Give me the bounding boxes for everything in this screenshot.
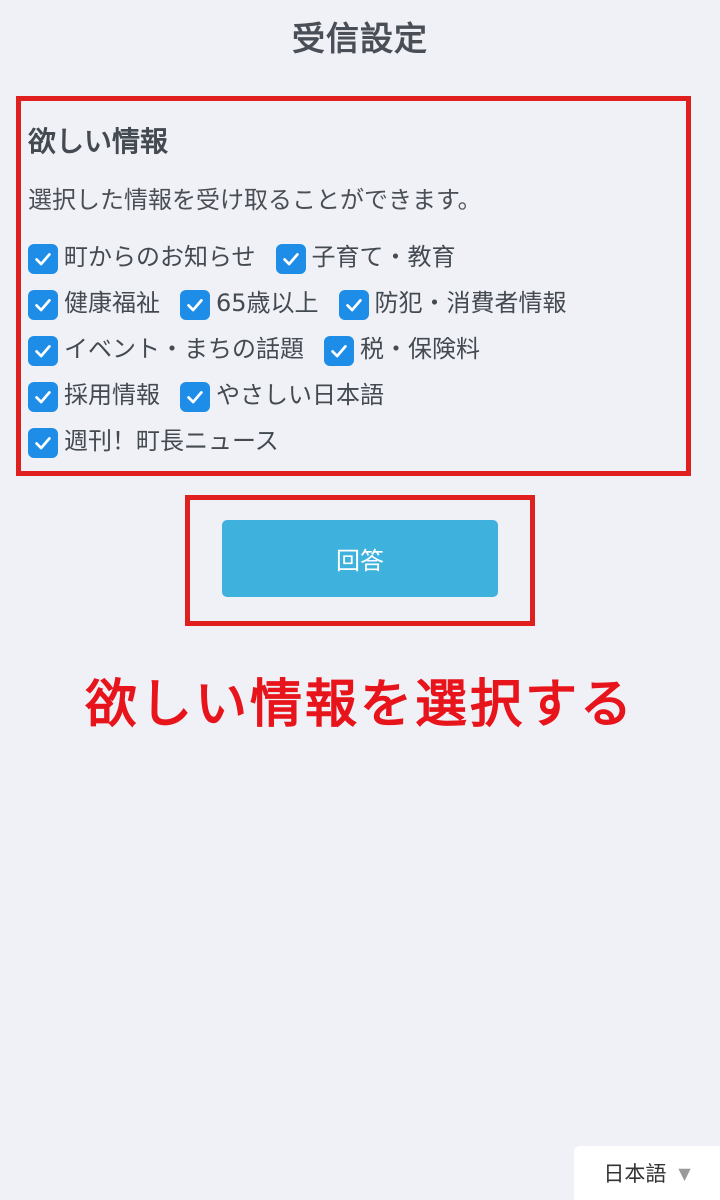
option-label: 週刊！町長ニュース [64, 426, 279, 455]
option-row: 採用情報 やさしい日本語 [28, 372, 404, 412]
checkbox-checked-icon[interactable] [324, 336, 354, 366]
checkbox-checked-icon[interactable] [28, 290, 58, 320]
instruction-annotation: 欲しい情報を選択する [84, 675, 635, 735]
option-crime-consumer[interactable]: 防犯・消費者情報 [338, 283, 567, 320]
option-label: 子育て・教育 [311, 242, 456, 271]
option-childcare-education[interactable]: 子育て・教育 [275, 237, 456, 274]
option-row: 町からのお知らせ 子育て・教育 [28, 234, 476, 274]
checkbox-checked-icon[interactable] [28, 382, 58, 412]
option-label: イベント・まちの話題 [64, 334, 304, 363]
option-row: イベント・まちの話題 税・保険料 [28, 326, 500, 366]
option-label: 税・保険料 [360, 334, 480, 363]
language-select-value: 日本語 [603, 1162, 667, 1186]
checkbox-checked-icon[interactable] [180, 382, 210, 412]
page-title: 受信設定 [292, 19, 428, 58]
option-tax-insurance[interactable]: 税・保険料 [324, 329, 480, 366]
option-easy-japanese[interactable]: やさしい日本語 [180, 375, 384, 412]
option-health-welfare[interactable]: 健康福祉 [28, 283, 160, 320]
submit-button[interactable]: 回答 [222, 520, 498, 597]
option-label: 健康福祉 [64, 288, 160, 317]
language-select[interactable]: 日本語 ▼ [574, 1146, 720, 1200]
option-recruitment[interactable]: 採用情報 [28, 375, 160, 412]
option-label: 町からのお知らせ [64, 242, 256, 271]
checkbox-checked-icon[interactable] [28, 336, 58, 366]
option-65-plus[interactable]: 65歳以上 [180, 283, 319, 320]
option-label: 防犯・消費者情報 [374, 288, 567, 317]
option-events-town-topics[interactable]: イベント・まちの話題 [28, 329, 304, 366]
option-label: 採用情報 [64, 380, 160, 409]
checkbox-checked-icon[interactable] [180, 290, 210, 320]
triangle-down-icon: ▼ [678, 1163, 691, 1183]
checkbox-checked-icon[interactable] [28, 428, 58, 458]
option-row: 健康福祉 65歳以上 防犯・消費者情報 [28, 280, 587, 320]
option-label: 65歳以上 [216, 288, 319, 317]
option-town-notices[interactable]: 町からのお知らせ [28, 237, 256, 274]
section-description: 選択した情報を受け取ることができます。 [28, 186, 482, 214]
option-weekly-mayor-news[interactable]: 週刊！町長ニュース [28, 421, 279, 458]
option-label: やさしい日本語 [216, 380, 384, 409]
checkbox-checked-icon[interactable] [28, 244, 58, 274]
checkbox-checked-icon[interactable] [275, 244, 306, 274]
option-row: 週刊！町長ニュース [28, 418, 299, 458]
section-heading: 欲しい情報 [28, 125, 169, 158]
checkbox-checked-icon[interactable] [338, 290, 369, 320]
